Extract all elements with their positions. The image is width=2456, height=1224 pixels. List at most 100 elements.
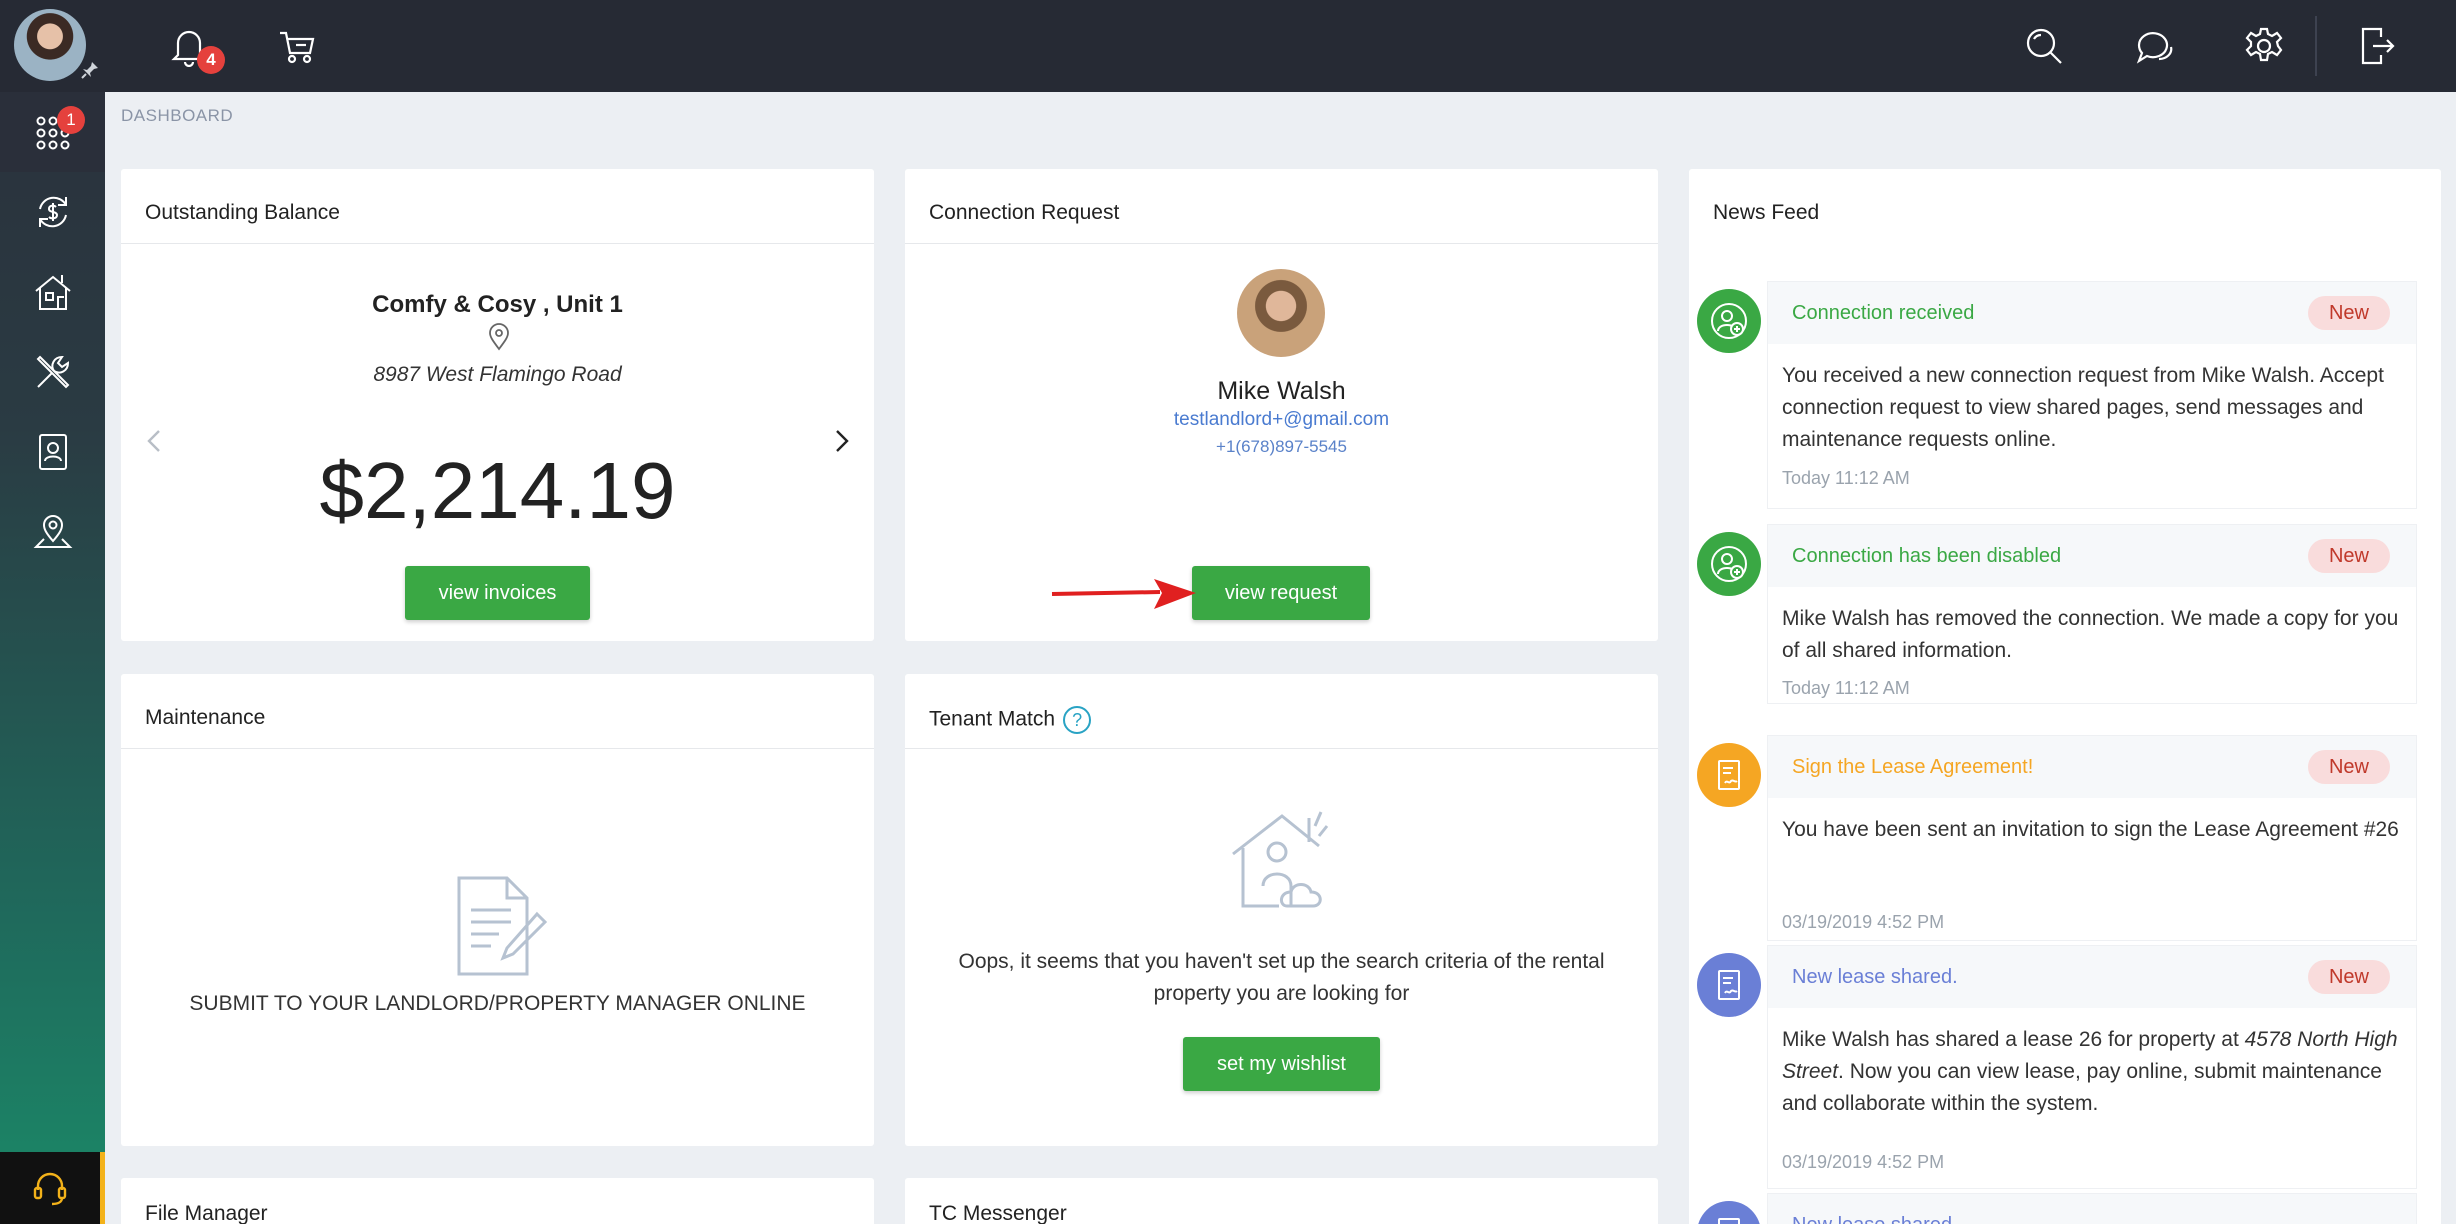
sidebar-item-payments[interactable] [0, 172, 105, 252]
sidebar-avatar-area [0, 0, 105, 92]
new-badge: New [2308, 960, 2390, 994]
news-item-body: You received a new connection request fr… [1782, 364, 2384, 451]
news-item-box: New lease shared. New Mike Walsh has sha… [1767, 945, 2417, 1189]
news-item-heading: New lease shared. [1792, 1214, 1958, 1224]
news-item-body-text: . Now you can view lease, pay online, su… [1782, 1060, 2382, 1115]
contact-phone[interactable]: +1(678)897-5545 [905, 437, 1658, 457]
apps-badge: 1 [57, 106, 85, 134]
news-item-body: Mike Walsh has shared a lease 26 for pro… [1782, 1024, 2412, 1120]
logout-icon [2361, 27, 2395, 65]
sidebar-item-location[interactable] [0, 492, 105, 572]
avatar [1237, 269, 1325, 357]
set-my-wishlist-button[interactable]: set my wishlist [1183, 1037, 1380, 1091]
avatar[interactable] [14, 9, 86, 81]
outstanding-balance-card: Outstanding Balance Comfy & Cosy , Unit … [121, 169, 874, 641]
news-item-box: Connection received New You received a n… [1767, 281, 2417, 509]
gear-icon [2245, 27, 2283, 62]
news-item-body: You have been sent an invitation to sign… [1782, 818, 2399, 841]
divider [121, 243, 874, 244]
lease-document-icon [1697, 1201, 1761, 1224]
sidebar-item-properties[interactable] [0, 252, 105, 332]
topbar-divider [2315, 16, 2317, 76]
search-button[interactable] [2020, 22, 2068, 70]
connection-request-card: Connection Request Mike Walsh testlandlo… [905, 169, 1658, 641]
location-pin-icon [489, 323, 509, 351]
lease-document-icon [1697, 953, 1761, 1017]
sidebar-item-maintenance[interactable] [0, 332, 105, 412]
annotation-arrow-icon [1051, 579, 1196, 609]
divider [905, 243, 1658, 244]
connection-user-icon [1697, 289, 1761, 353]
property-address: 8987 West Flamingo Road [373, 363, 622, 386]
file-manager-card: File Manager [121, 1178, 874, 1224]
maintenance-card: Maintenance SUBMIT TO YOUR LANDLORD/PROP… [121, 674, 874, 1146]
card-title: Tenant Match? [929, 706, 1092, 734]
headset-icon [33, 1172, 67, 1206]
chat-icon [2136, 32, 2173, 64]
news-item-heading: Sign the Lease Agreement! [1792, 756, 2034, 778]
maintenance-message: SUBMIT TO YOUR LANDLORD/PROPERTY MANAGER… [189, 992, 806, 1015]
news-item-body: Mike Walsh has removed the connection. W… [1782, 607, 2399, 662]
top-bar: 4 [105, 0, 2456, 92]
support-button[interactable] [0, 1152, 105, 1224]
news-item-heading: New lease shared. [1792, 966, 1958, 988]
document-edit-icon [457, 876, 548, 976]
news-item-time: Today 11:12 AM [1782, 678, 1910, 698]
new-badge: New [2308, 750, 2390, 784]
new-badge: New [2308, 539, 2390, 573]
messages-button[interactable] [2130, 22, 2178, 70]
news-item-header: New lease shared. [1768, 1194, 2416, 1224]
cart-button[interactable] [273, 22, 321, 70]
card-title: File Manager [145, 1202, 268, 1224]
news-item-header: Connection has been disabled New [1768, 525, 2416, 587]
news-feed-card: News Feed Connection received New You re… [1689, 169, 2441, 1224]
sidebar-item-documents[interactable] [0, 412, 105, 492]
house-icon [34, 275, 71, 310]
card-title: News Feed [1713, 201, 1820, 224]
logout-button[interactable] [2352, 22, 2400, 70]
cart-icon [280, 31, 315, 64]
news-item-box: Sign the Lease Agreement! New You have b… [1767, 735, 2417, 941]
news-item-header: New lease shared. New [1768, 946, 2416, 1008]
news-item-header: Connection received New [1768, 282, 2416, 344]
property-name: Comfy & Cosy , Unit 1 [372, 291, 623, 318]
news-item-header: Sign the Lease Agreement! New [1768, 736, 2416, 798]
divider [905, 748, 1658, 749]
person-document-icon [38, 434, 67, 470]
card-title-text: Tenant Match [929, 707, 1056, 731]
news-item-time: 03/19/2019 4:52 PM [1782, 912, 1945, 932]
news-item-box: Connection has been disabled New Mike Wa… [1767, 524, 2417, 704]
card-title: Outstanding Balance [145, 201, 340, 224]
view-invoices-button[interactable]: view invoices [405, 566, 590, 620]
sidebar: 1 [0, 0, 105, 1224]
contact-name: Mike Walsh [1217, 377, 1346, 405]
search-icon [2026, 28, 2062, 64]
tc-messenger-card: TC Messenger [905, 1178, 1658, 1224]
news-item-heading: Connection has been disabled [1792, 545, 2062, 567]
card-title: TC Messenger [929, 1202, 1067, 1224]
house-search-icon [1232, 811, 1329, 908]
card-title: Connection Request [929, 201, 1120, 224]
tools-icon [36, 355, 69, 389]
map-pin-icon [33, 515, 72, 548]
notifications-badge: 4 [197, 46, 225, 74]
news-item-time: Today 11:12 AM [1782, 468, 1910, 488]
help-icon[interactable]: ? [1063, 706, 1092, 734]
new-badge: New [2308, 296, 2390, 330]
divider [121, 748, 874, 749]
news-item-heading: Connection received [1792, 302, 1975, 324]
sidebar-item-apps[interactable]: 1 [0, 92, 105, 172]
pin-icon[interactable] [80, 60, 100, 80]
news-item-body-text: Mike Walsh has shared a lease 26 for pro… [1782, 1028, 2245, 1051]
contact-email[interactable]: testlandlord+@gmail.com [905, 409, 1658, 431]
settings-button[interactable] [2240, 22, 2288, 70]
tenant-match-card: Tenant Match? Oops, it seems that you ha… [905, 674, 1658, 1146]
money-cycle-icon [38, 196, 67, 228]
view-request-button[interactable]: view request [1192, 566, 1370, 620]
connection-user-icon [1697, 532, 1761, 596]
news-item-time: 03/19/2019 4:52 PM [1782, 1152, 1945, 1172]
tenant-match-message: Oops, it seems that you haven't set up t… [958, 950, 1605, 1005]
card-title: Maintenance [145, 706, 266, 729]
news-item-box: New lease shared. [1767, 1193, 2417, 1224]
breadcrumb[interactable]: DASHBOARD [121, 106, 233, 126]
